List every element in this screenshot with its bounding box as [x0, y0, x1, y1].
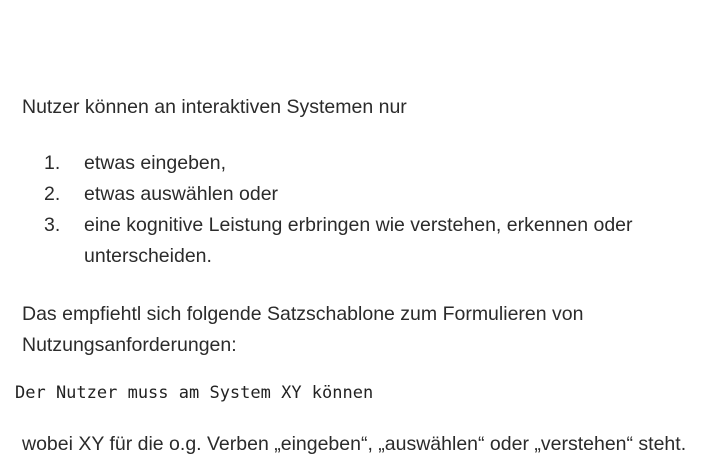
code-sentence-template: Der Nutzer muss am System XY können	[15, 383, 374, 403]
list-item-number: 1.	[44, 152, 61, 174]
list-item-text: etwas eingeben,	[84, 152, 227, 174]
explanation-paragraph: wobei XY für die o.g. Verben „eingeben“,…	[22, 433, 687, 455]
list-item: 3. eine kognitive Leistung erbringen wie…	[0, 210, 664, 272]
list-item-text: etwas auswählen oder	[84, 183, 279, 205]
list-item-text: eine kognitive Leistung erbringen wie ve…	[84, 214, 633, 267]
intro-paragraph: Nutzer können an interaktiven Systemen n…	[22, 96, 407, 118]
list-item-number: 3.	[44, 214, 61, 236]
list-item: 1. etwas eingeben,	[0, 148, 664, 179]
template-intro-paragraph: Das empfiehtl sich folgende Satzschablon…	[22, 303, 584, 356]
list-item: 2. etwas auswählen oder	[0, 179, 664, 210]
list-item-number: 2.	[44, 183, 61, 205]
numbered-list: 1. etwas eingeben, 2. etwas auswählen od…	[0, 148, 664, 272]
